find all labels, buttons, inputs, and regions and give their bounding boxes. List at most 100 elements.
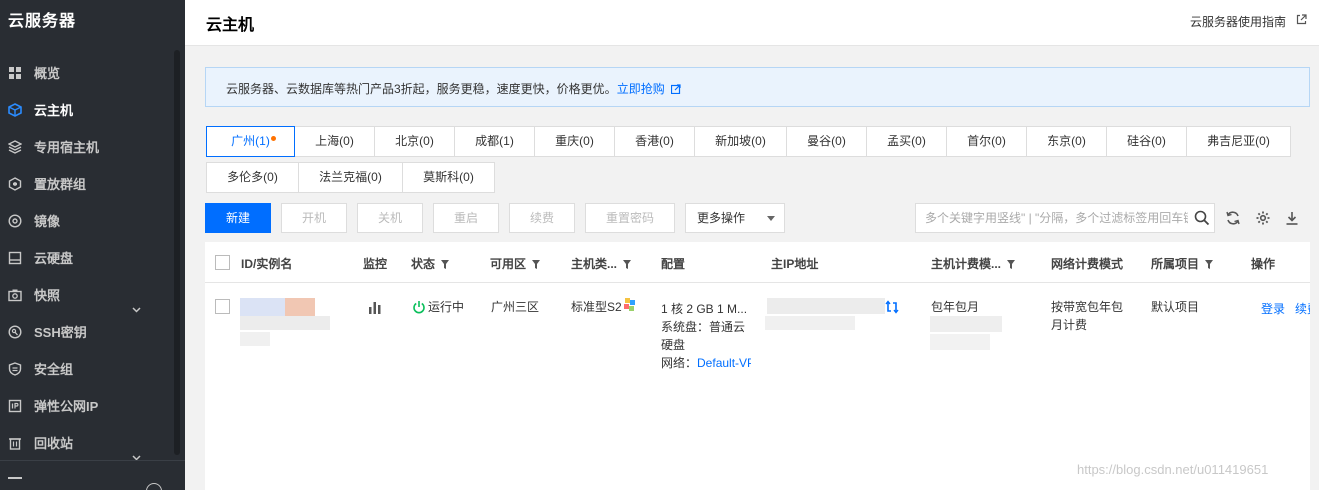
chevron-down-icon[interactable]	[132, 291, 141, 313]
project-text: 默认项目	[1151, 300, 1200, 314]
shutdown-button[interactable]: 关机	[357, 203, 423, 233]
download-icon[interactable]	[1284, 210, 1300, 226]
sidebar-brand: 云服务器	[8, 13, 77, 30]
bar-chart-icon[interactable]	[368, 300, 382, 314]
renew-link[interactable]: 续费	[1295, 300, 1310, 318]
watermark: https://blog.csdn.net/u011419651	[1077, 462, 1269, 477]
col-header-status[interactable]: 状态	[411, 255, 450, 272]
sidebar-item-placement-group[interactable]: 置放群组	[0, 166, 185, 203]
start-button[interactable]: 开机	[281, 203, 347, 233]
caret-down-icon	[767, 216, 775, 221]
region-tab-silicon-valley[interactable]: 硅谷(0)	[1106, 126, 1187, 157]
filter-icon[interactable]	[623, 258, 632, 269]
reset-password-button[interactable]: 重置密码	[585, 203, 675, 233]
notice-link[interactable]: 立即抢购	[617, 82, 665, 96]
region-tab-frankfurt[interactable]: 法兰克福(0)	[298, 162, 403, 193]
instance-id-redacted	[285, 298, 315, 316]
region-label: 法兰克福(0)	[319, 170, 382, 184]
region-tab-virginia[interactable]: 弗吉尼亚(0)	[1186, 126, 1291, 157]
col-header-billing[interactable]: 主机计费模...	[931, 255, 1016, 272]
select-all-checkbox[interactable]	[215, 255, 230, 270]
sidebar-item-label: 云主机	[34, 103, 74, 118]
search-input[interactable]	[916, 204, 1188, 232]
expiry-redacted	[930, 316, 1002, 332]
table-header: ID/实例名 监控 状态 可用区 主机类... 配置 主IP地址 主机计费模..…	[205, 242, 1310, 283]
region-label: 孟买(0)	[887, 134, 926, 148]
promo-notice: 云服务器、云数据库等热门产品3折起，服务更稳，速度更快，价格更优。立即抢购	[205, 67, 1310, 107]
sidebar-scrollbar[interactable]	[174, 50, 180, 455]
sidebar-item-label: 回收站	[34, 436, 74, 451]
sidebar-item-security-group[interactable]: 安全组	[0, 351, 185, 388]
search-icon[interactable]	[1194, 210, 1210, 226]
sidebar-item-eip[interactable]: 弹性公网IP	[0, 388, 185, 425]
more-actions-label: 更多操作	[697, 211, 746, 225]
sidebar-item-overview[interactable]: 概览	[0, 55, 185, 92]
sidebar-bottom-bar	[0, 460, 185, 490]
filter-icon[interactable]	[441, 258, 450, 269]
grid-icon	[8, 66, 22, 80]
instance-id-redacted[interactable]	[240, 298, 290, 316]
col-header-net-billing: 网络计费模式	[1051, 257, 1124, 271]
instance-name-redacted	[240, 332, 270, 346]
col-header-type[interactable]: 主机类...	[571, 255, 632, 272]
config-network-label: 网络：	[661, 356, 698, 370]
switch-ip-icon[interactable]	[885, 300, 899, 314]
external-link-icon[interactable]	[1296, 14, 1307, 25]
sidebar-item-dedicated-host[interactable]: 专用宿主机	[0, 129, 185, 166]
filter-icon[interactable]	[532, 258, 541, 269]
filter-icon[interactable]	[1205, 258, 1214, 269]
shield-icon	[8, 362, 22, 376]
sidebar-item-image[interactable]: 镜像	[0, 203, 185, 240]
refresh-icon[interactable]	[1225, 210, 1241, 226]
row-checkbox[interactable]	[215, 299, 230, 314]
region-tab-bangkok[interactable]: 曼谷(0)	[786, 126, 867, 157]
sidebar-item-recycle-bin[interactable]: 回收站	[0, 425, 185, 462]
ip-address-redacted[interactable]	[767, 298, 885, 314]
region-tab-hongkong[interactable]: 香港(0)	[614, 126, 695, 157]
renew-button[interactable]: 续费	[509, 203, 575, 233]
collapse-icon[interactable]	[8, 477, 22, 479]
ip-icon	[8, 399, 22, 413]
gear-icon[interactable]	[1255, 210, 1271, 226]
notice-text: 云服务器、云数据库等热门产品3折起，服务更稳，速度更快，价格更优。	[226, 82, 617, 96]
col-header-label: 所属项目	[1151, 257, 1200, 271]
region-tab-tokyo[interactable]: 东京(0)	[1026, 126, 1107, 157]
create-button[interactable]: 新建	[205, 203, 271, 233]
config-spec: 1 核 2 GB 1 M...	[661, 302, 748, 316]
guide-link[interactable]: 云服务器使用指南	[1190, 13, 1286, 30]
chevron-down-icon[interactable]	[132, 439, 141, 461]
login-link[interactable]: 登录	[1261, 300, 1285, 318]
filter-icon[interactable]	[1007, 258, 1016, 269]
config-disk-type: 硬盘	[661, 338, 686, 352]
region-tab-guangzhou[interactable]: 广州(1)	[206, 126, 295, 157]
region-tab-shanghai[interactable]: 上海(0)	[294, 126, 375, 157]
region-tab-chengdu[interactable]: 成都(1)	[454, 126, 535, 157]
sidebar-item-label: 快照	[34, 288, 61, 303]
type-text: 标准型S2	[571, 300, 622, 314]
restart-button[interactable]: 重启	[433, 203, 499, 233]
sidebar-item-ssh-key[interactable]: SSH密钥	[0, 314, 185, 351]
more-actions-dropdown[interactable]: 更多操作	[685, 203, 785, 233]
col-header-project[interactable]: 所属项目	[1151, 255, 1214, 272]
region-tab-singapore[interactable]: 新加坡(0)	[694, 126, 787, 157]
region-tab-seoul[interactable]: 首尔(0)	[946, 126, 1027, 157]
sidebar-item-snapshot[interactable]: 快照	[0, 277, 185, 314]
vpc-link[interactable]: Default-VPC	[697, 356, 751, 370]
region-tab-beijing[interactable]: 北京(0)	[374, 126, 455, 157]
expiry-redacted	[930, 334, 990, 350]
col-header-zone[interactable]: 可用区	[490, 255, 541, 272]
region-label: 重庆(0)	[555, 134, 594, 148]
sidebar-item-cvm[interactable]: 云主机	[0, 92, 185, 129]
key-icon	[8, 325, 22, 339]
external-link-icon[interactable]	[670, 83, 681, 95]
config-network: 网络：Default-VPC	[661, 354, 751, 372]
col-header-label: 主机计费模...	[931, 257, 1002, 271]
cube-icon	[8, 103, 22, 117]
region-tab-mumbai[interactable]: 孟买(0)	[866, 126, 947, 157]
region-tab-moscow[interactable]: 莫斯科(0)	[402, 162, 495, 193]
add-icon[interactable]	[146, 483, 162, 490]
sidebar-item-cloud-disk[interactable]: 云硬盘	[0, 240, 185, 277]
region-tab-chongqing[interactable]: 重庆(0)	[534, 126, 615, 157]
region-tab-toronto[interactable]: 多伦多(0)	[206, 162, 299, 193]
search-box	[915, 203, 1215, 233]
